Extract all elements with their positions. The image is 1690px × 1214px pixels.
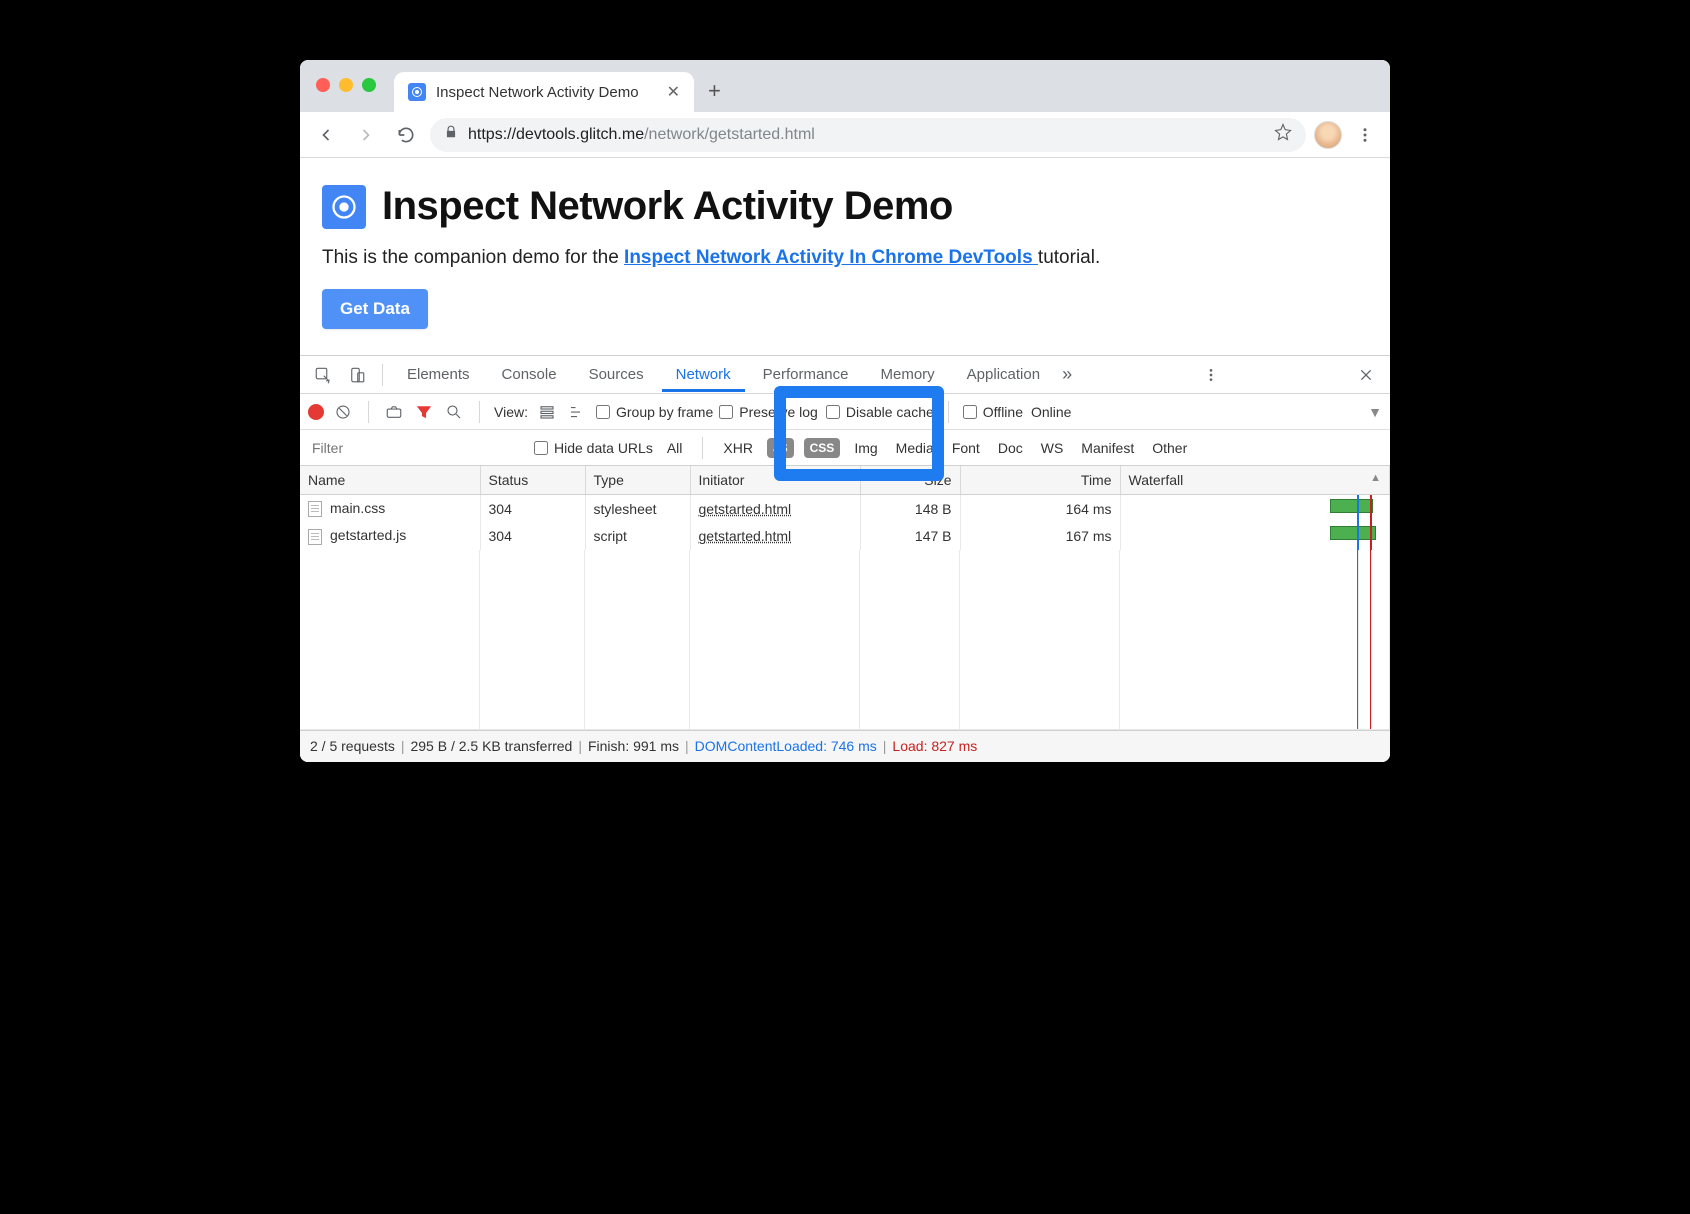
type-filter-xhr[interactable]: XHR [719, 438, 757, 458]
browser-tab[interactable]: Inspect Network Activity Demo ✕ [394, 72, 694, 112]
type-filter-all[interactable]: All [663, 438, 687, 458]
browser-menu-button[interactable] [1350, 122, 1380, 148]
bookmark-star-icon[interactable] [1274, 123, 1292, 146]
col-initiator[interactable]: Initiator [690, 466, 860, 495]
page-heading: Inspect Network Activity Demo [382, 184, 953, 229]
table-header-row: Name Status Type Initiator Size Time Wat… [300, 466, 1390, 495]
waterfall-cell [1120, 495, 1390, 523]
page-intro-text: This is the companion demo for the Inspe… [322, 247, 1368, 269]
tab-memory[interactable]: Memory [867, 357, 949, 392]
throttling-select[interactable]: Online [1031, 404, 1071, 420]
type-filter-img[interactable]: Img [850, 438, 881, 458]
devtools-panel: Elements Console Sources Network Perform… [300, 355, 1390, 762]
page-content: Inspect Network Activity Demo This is th… [300, 158, 1390, 355]
window-controls [316, 78, 376, 92]
forward-button[interactable] [350, 121, 382, 149]
status-domcontentloaded: DOMContentLoaded: 746 ms [695, 738, 877, 754]
type-filter-other[interactable]: Other [1148, 438, 1191, 458]
type-filter-css[interactable]: CSS [804, 438, 841, 458]
table-empty-area [300, 550, 1390, 730]
network-controls-row: View: Group by frame Preserve log Disabl… [300, 394, 1390, 430]
address-bar[interactable]: https://devtools.glitch.me/network/getst… [430, 118, 1306, 152]
tab-strip: Inspect Network Activity Demo ✕ + [300, 60, 1390, 112]
favicon-icon [408, 83, 426, 101]
overview-toggle-icon[interactable] [566, 401, 588, 423]
close-tab-button[interactable]: ✕ [667, 82, 680, 102]
network-status-bar: 2 / 5 requests | 295 B / 2.5 KB transfer… [300, 730, 1390, 762]
close-window-button[interactable] [316, 78, 330, 92]
table-row[interactable]: main.css 304 stylesheet getstarted.html … [300, 495, 1390, 523]
hide-data-urls-checkbox[interactable]: Hide data URLs [534, 440, 653, 456]
col-name[interactable]: Name [300, 466, 480, 495]
status-requests: 2 / 5 requests [310, 738, 395, 754]
network-filters-row: Hide data URLs All XHR JS CSS Img Media … [300, 430, 1390, 466]
status-transferred: 295 B / 2.5 KB transferred [410, 738, 572, 754]
back-button[interactable] [310, 121, 342, 149]
tab-console[interactable]: Console [488, 357, 571, 392]
search-icon[interactable] [443, 401, 465, 423]
tab-elements[interactable]: Elements [393, 357, 484, 392]
col-size[interactable]: Size [860, 466, 960, 495]
clear-button[interactable] [332, 401, 354, 423]
tabs-overflow-button[interactable]: » [1062, 364, 1072, 385]
device-toggle-icon[interactable] [342, 362, 372, 388]
waterfall-cell [1120, 522, 1390, 549]
tab-title: Inspect Network Activity Demo [436, 84, 657, 101]
devtools-settings-button[interactable] [1197, 363, 1225, 387]
file-icon [308, 501, 322, 517]
col-time[interactable]: Time [960, 466, 1120, 495]
table-row[interactable]: getstarted.js 304 script getstarted.html… [300, 522, 1390, 549]
type-filter-js[interactable]: JS [767, 438, 794, 458]
col-status[interactable]: Status [480, 466, 585, 495]
minimize-window-button[interactable] [339, 78, 353, 92]
inspect-element-icon[interactable] [308, 362, 338, 388]
type-filter-manifest[interactable]: Manifest [1077, 438, 1138, 458]
maximize-window-button[interactable] [362, 78, 376, 92]
devtools-tabbar: Elements Console Sources Network Perform… [300, 356, 1390, 394]
tab-application[interactable]: Application [953, 357, 1054, 392]
tutorial-link[interactable]: Inspect Network Activity In Chrome DevTo… [624, 247, 1038, 268]
type-filter-ws[interactable]: WS [1037, 438, 1068, 458]
tab-network[interactable]: Network [662, 357, 745, 392]
filter-input[interactable] [304, 436, 524, 460]
filter-toggle-icon[interactable] [413, 401, 435, 423]
file-icon [308, 529, 322, 545]
url-text: https://devtools.glitch.me/network/getst… [468, 126, 815, 144]
type-filter-doc[interactable]: Doc [994, 438, 1027, 458]
page-logo-icon [322, 185, 366, 229]
group-by-frame-checkbox[interactable]: Group by frame [596, 404, 713, 420]
tab-sources[interactable]: Sources [575, 357, 658, 392]
capture-screenshot-icon[interactable] [383, 401, 405, 423]
type-filter-font[interactable]: Font [948, 438, 984, 458]
browser-toolbar: https://devtools.glitch.me/network/getst… [300, 112, 1390, 158]
status-finish: Finish: 991 ms [588, 738, 679, 754]
preserve-log-checkbox[interactable]: Preserve log [719, 404, 818, 420]
type-filter-media[interactable]: Media [892, 438, 938, 458]
get-data-button[interactable]: Get Data [322, 289, 428, 329]
initiator-link[interactable]: getstarted.html [699, 528, 792, 544]
initiator-link[interactable]: getstarted.html [699, 501, 792, 517]
large-rows-icon[interactable] [536, 401, 558, 423]
status-load: Load: 827 ms [892, 738, 977, 754]
reload-button[interactable] [390, 121, 422, 149]
browser-window: Inspect Network Activity Demo ✕ + https:… [300, 60, 1390, 762]
offline-checkbox[interactable]: Offline [963, 404, 1023, 420]
col-type[interactable]: Type [585, 466, 690, 495]
dropdown-caret-icon[interactable]: ▼ [1368, 404, 1382, 420]
new-tab-button[interactable]: + [708, 78, 721, 112]
record-button[interactable] [308, 404, 324, 420]
col-waterfall[interactable]: Waterfall▲ [1120, 466, 1390, 495]
profile-avatar[interactable] [1314, 121, 1342, 149]
tab-performance[interactable]: Performance [749, 357, 863, 392]
network-request-table: Name Status Type Initiator Size Time Wat… [300, 466, 1390, 550]
disable-cache-checkbox[interactable]: Disable cache [826, 404, 934, 420]
lock-icon [444, 125, 458, 144]
devtools-close-button[interactable] [1350, 363, 1382, 387]
view-label: View: [494, 404, 528, 420]
